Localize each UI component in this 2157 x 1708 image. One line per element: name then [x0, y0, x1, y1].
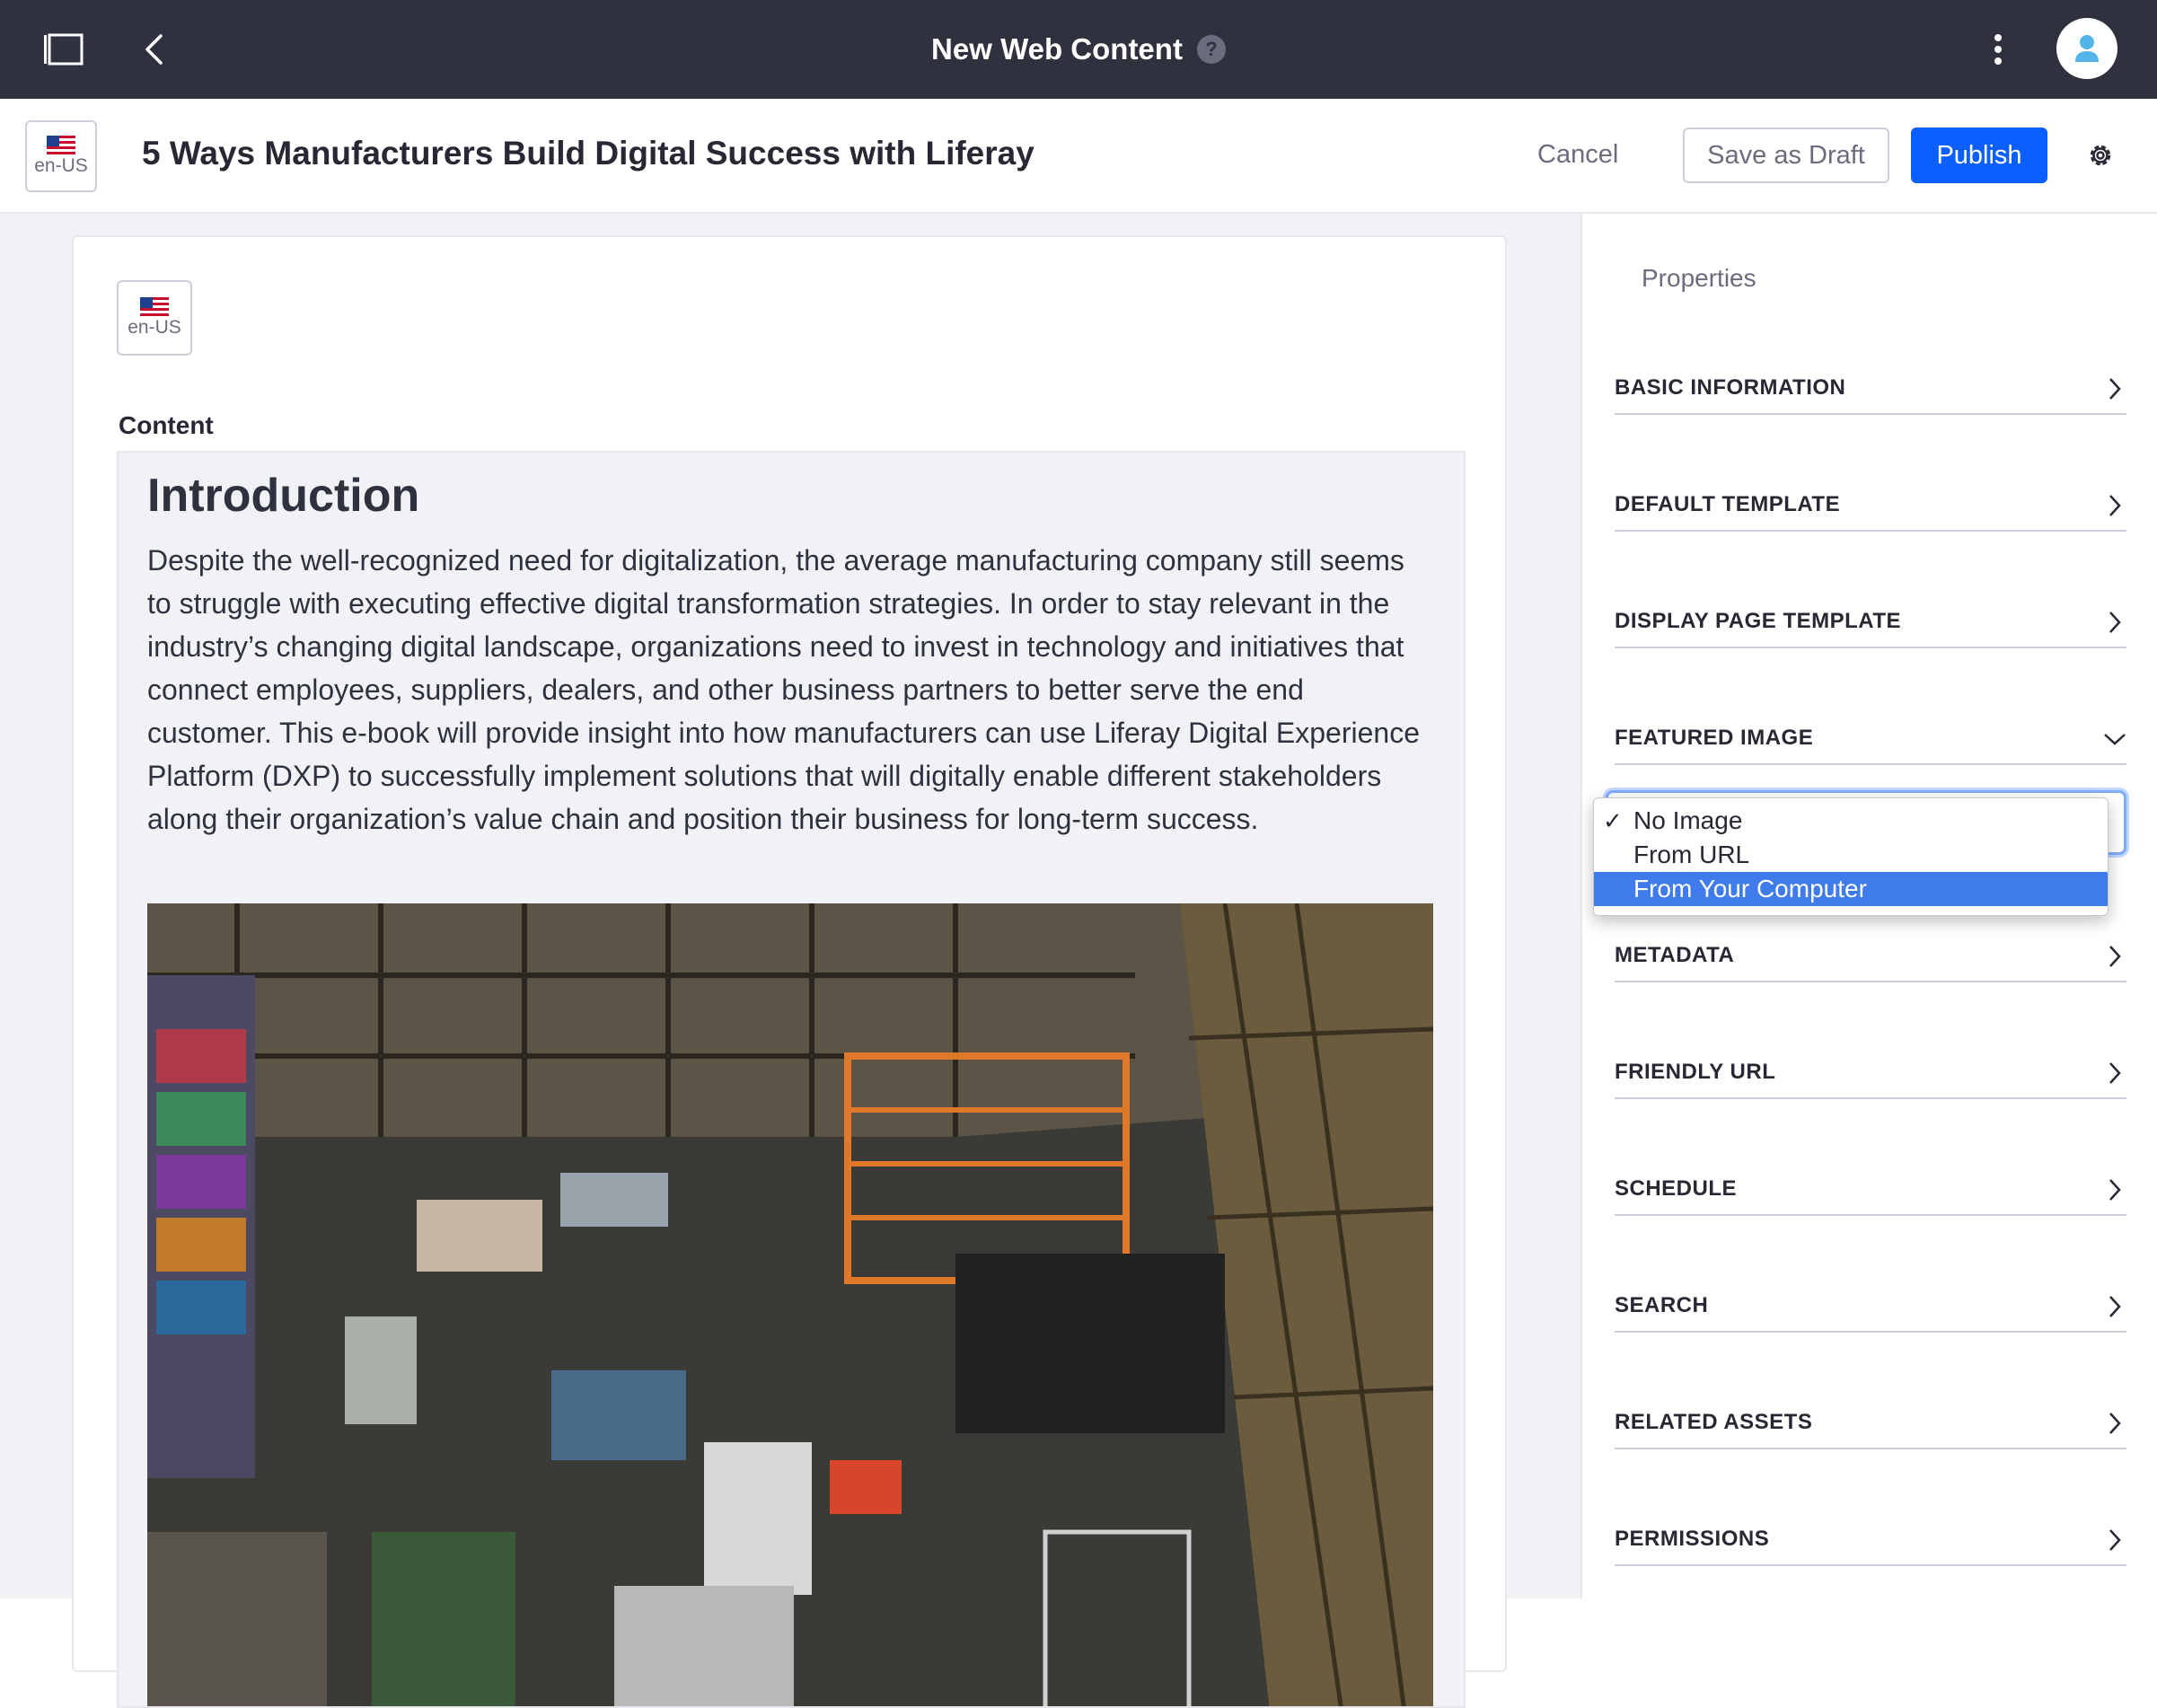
panel-label: SEARCH — [1615, 1293, 1709, 1317]
panel-label: PERMISSIONS — [1615, 1527, 1770, 1551]
panel-related-assets[interactable]: RELATED ASSETS — [1615, 1397, 2126, 1449]
panel-label: SCHEDULE — [1615, 1176, 1738, 1201]
panel-permissions[interactable]: PERMISSIONS — [1615, 1514, 2126, 1566]
publish-button[interactable]: Publish — [1911, 128, 2047, 183]
warehouse-image[interactable] — [147, 903, 1433, 1708]
option-from-your-computer[interactable]: From Your Computer — [1594, 872, 2108, 906]
chevron-right-icon — [2103, 1295, 2126, 1318]
chevron-right-icon — [2103, 611, 2126, 634]
option-no-image[interactable]: ✓ No Image — [1594, 804, 2108, 838]
locale-label: en-US — [34, 155, 88, 176]
panel-schedule[interactable]: SCHEDULE — [1615, 1164, 2126, 1216]
panel-label: BASIC INFORMATION — [1615, 375, 1846, 400]
panel-label: FEATURED IMAGE — [1615, 726, 1814, 750]
chevron-right-icon — [2103, 377, 2126, 401]
panel-display-page-template[interactable]: DISPLAY PAGE TEMPLATE — [1615, 596, 2126, 648]
option-from-url[interactable]: From URL — [1594, 838, 2108, 872]
checkmark-icon: ✓ — [1603, 807, 1623, 834]
content-paragraph[interactable]: Despite the well-recognized need for dig… — [147, 539, 1422, 841]
locale-selector[interactable]: en-US — [25, 120, 97, 192]
cancel-button[interactable]: Cancel — [1537, 126, 1618, 183]
page-title-bar: New Web Content ? — [0, 0, 2157, 99]
chevron-right-icon — [2103, 1061, 2126, 1085]
gear-icon[interactable] — [2080, 135, 2121, 176]
panel-search[interactable]: SEARCH — [1615, 1281, 2126, 1333]
panel-label: FRIENDLY URL — [1615, 1060, 1776, 1084]
panel-default-template[interactable]: DEFAULT TEMPLATE — [1615, 480, 2126, 532]
editor-header: en-US 5 Ways Manufacturers Build Digital… — [0, 99, 2157, 214]
us-flag-icon — [47, 136, 75, 155]
chevron-right-icon — [2103, 1528, 2126, 1552]
user-avatar-icon[interactable] — [2056, 18, 2117, 79]
chevron-down-icon — [2103, 727, 2126, 751]
main-content-area: en-US Content Introduction Despite the w… — [0, 214, 1580, 1708]
panel-basic-information[interactable]: BASIC INFORMATION — [1615, 363, 2126, 415]
panel-label: DISPLAY PAGE TEMPLATE — [1615, 609, 1901, 633]
properties-title: Properties — [1642, 264, 1756, 292]
locale-label: en-US — [128, 317, 181, 338]
chevron-right-icon — [2103, 1178, 2126, 1202]
chevron-right-icon — [2103, 494, 2126, 517]
save-as-draft-button[interactable]: Save as Draft — [1683, 128, 1889, 183]
kebab-menu-icon[interactable] — [1976, 0, 2021, 99]
featured-image-dropdown: ✓ No Image From URL From Your Computer — [1593, 797, 2109, 916]
panel-friendly-url[interactable]: FRIENDLY URL — [1615, 1047, 2126, 1099]
content-field-label: Content — [119, 411, 214, 439]
us-flag-icon — [140, 297, 169, 317]
panel-label: METADATA — [1615, 943, 1735, 967]
chevron-right-icon — [2103, 945, 2126, 968]
panel-label: DEFAULT TEMPLATE — [1615, 492, 1841, 516]
panel-metadata[interactable]: METADATA — [1615, 930, 2126, 982]
content-title[interactable]: 5 Ways Manufacturers Build Digital Succe… — [142, 135, 1034, 172]
panel-label: RELATED ASSETS — [1615, 1410, 1813, 1434]
rich-text-editor[interactable]: Introduction Despite the well-recognized… — [117, 451, 1466, 1708]
app-title: New Web Content — [931, 32, 1183, 66]
content-heading[interactable]: Introduction — [147, 469, 419, 523]
chevron-right-icon — [2103, 1412, 2126, 1435]
panel-featured-image[interactable]: FEATURED IMAGE — [1615, 713, 2126, 765]
content-card: en-US Content Introduction Despite the w… — [72, 235, 1507, 1708]
content-locale-selector[interactable]: en-US — [117, 280, 192, 356]
help-icon[interactable]: ? — [1196, 35, 1226, 64]
top-bar: New Web Content ? — [0, 0, 2157, 99]
